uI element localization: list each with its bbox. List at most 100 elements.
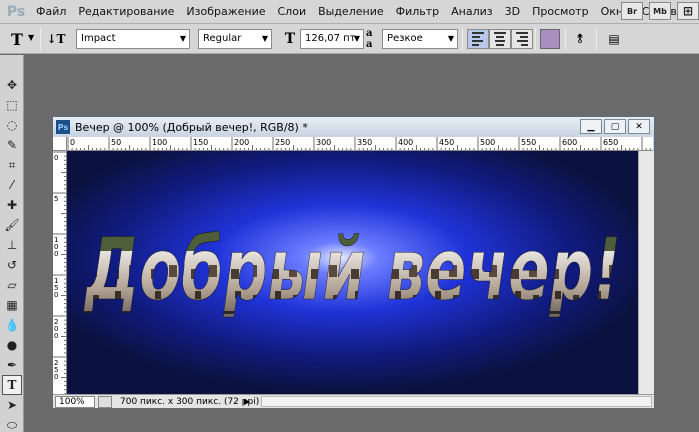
window-controls: ▁ ▢ ✕ bbox=[580, 119, 650, 134]
view-extras-button[interactable]: ⊞ bbox=[677, 2, 699, 20]
pen-tool-icon[interactable]: ✒ bbox=[2, 355, 22, 375]
ruler-label: 0 bbox=[54, 154, 58, 162]
type-tool-icon[interactable]: T bbox=[2, 375, 22, 395]
eraser-tool-icon[interactable]: ▱ bbox=[2, 275, 22, 295]
chevron-down-icon: ▼ bbox=[261, 34, 268, 43]
bridge-button[interactable]: Br bbox=[621, 2, 643, 20]
font-family-select[interactable]: Impact ▼ bbox=[76, 29, 190, 49]
font-size-value: 126,07 пт bbox=[305, 33, 356, 44]
menu-item-2[interactable]: Изображение bbox=[180, 1, 271, 23]
ruler-label: 150 bbox=[193, 138, 208, 147]
text-orientation-icon[interactable]: ↓T bbox=[46, 29, 66, 49]
antialias-icon: a a bbox=[366, 28, 373, 50]
ruler-label: 5 bbox=[54, 195, 58, 203]
align-left-button[interactable] bbox=[467, 29, 489, 49]
mini-bridge-button[interactable]: Mb bbox=[649, 2, 671, 20]
ruler-label: 200 bbox=[234, 138, 249, 147]
document-titlebar[interactable]: Ps Вечер @ 100% (Добрый вечер!, RGB/8) *… bbox=[53, 117, 654, 137]
ruler-label: 0 bbox=[54, 291, 58, 299]
ruler-label: 650 bbox=[603, 138, 618, 147]
canvas-image: Добрый вечер! bbox=[67, 151, 653, 394]
menu-item-8[interactable]: Просмотр bbox=[526, 1, 594, 23]
ruler-label: 0 bbox=[70, 138, 75, 147]
chevron-down-icon: ▼ bbox=[353, 34, 360, 43]
text-color-swatch[interactable] bbox=[540, 29, 560, 49]
font-size-select[interactable]: 126,07 пт ▼ bbox=[300, 29, 364, 49]
font-style-value: Regular bbox=[203, 33, 242, 44]
marquee-tool-icon[interactable]: ⬚ bbox=[2, 95, 22, 115]
ruler-label: 50 bbox=[111, 138, 121, 147]
zoom-field[interactable]: 100% bbox=[55, 395, 95, 408]
status-bar: 100% 700 пикс. x 300 пикс. (72 ppi) ▶ bbox=[53, 394, 654, 408]
menu-item-0[interactable]: Файл bbox=[30, 1, 72, 23]
font-family-value: Impact bbox=[81, 33, 116, 44]
move-tool-icon[interactable]: ✥ bbox=[2, 75, 22, 95]
ruler-label: 500 bbox=[480, 138, 495, 147]
ruler-label: 450 bbox=[439, 138, 454, 147]
ruler-label: 0 bbox=[54, 373, 58, 381]
ruler-label: 300 bbox=[316, 138, 331, 147]
ruler-label: 550 bbox=[521, 138, 536, 147]
crop-tool-icon[interactable]: ⌗ bbox=[2, 155, 22, 175]
menu-item-1[interactable]: Редактирование bbox=[72, 1, 180, 23]
ruler-origin[interactable] bbox=[53, 137, 67, 151]
menu-item-7[interactable]: 3D bbox=[499, 1, 526, 23]
vertical-ruler[interactable]: 05100150200250 bbox=[53, 151, 67, 394]
brush-tool-icon[interactable]: 🖌 bbox=[2, 215, 22, 235]
horizontal-ruler[interactable]: 0 50 100 150 200 250 300 350 400 450 500 550 600 650 bbox=[67, 137, 653, 151]
shape-tool-icon[interactable]: ⬭ bbox=[2, 415, 22, 432]
status-arrow-icon[interactable]: ▶ bbox=[244, 397, 250, 406]
status-menu-icon[interactable] bbox=[98, 395, 112, 408]
photoshop-document-icon: Ps bbox=[56, 120, 70, 134]
healing-brush-tool-icon[interactable]: ✚ bbox=[2, 195, 22, 215]
dodge-tool-icon[interactable]: ● bbox=[2, 335, 22, 355]
clone-stamp-tool-icon[interactable]: ⊥ bbox=[2, 235, 22, 255]
chevron-down-icon: ▼ bbox=[447, 34, 454, 43]
align-center-button[interactable] bbox=[489, 29, 511, 49]
ruler-label: 600 bbox=[562, 138, 577, 147]
horizontal-scrollbar[interactable] bbox=[261, 396, 652, 407]
font-size-icon: T bbox=[284, 31, 296, 47]
ruler-label: 100 bbox=[152, 138, 167, 147]
close-button[interactable]: ✕ bbox=[628, 119, 650, 134]
type-tool-icon[interactable]: T bbox=[8, 29, 26, 49]
vertical-scrollbar[interactable] bbox=[638, 151, 654, 394]
antialias-select[interactable]: Резкое ▼ bbox=[382, 29, 458, 49]
eyedropper-tool-icon[interactable]: ⁄ bbox=[2, 175, 22, 195]
photoshop-logo: Ps bbox=[6, 3, 26, 20]
menu-item-5[interactable]: Фильтр bbox=[390, 1, 446, 23]
quick-selection-tool-icon[interactable]: ✎ bbox=[2, 135, 22, 155]
canvas-area[interactable]: Добрый вечер! bbox=[67, 151, 653, 394]
document-window: Ps Вечер @ 100% (Добрый вечер!, RGB/8) *… bbox=[52, 116, 655, 408]
antialias-value: Резкое bbox=[387, 33, 423, 44]
menu-items: Файл Редактирование Изображение Слои Выделен… bbox=[30, 1, 696, 23]
horizontal-ruler-ticks: 0 50 100 150 200 250 300 350 400 450 500 550 600 650 bbox=[67, 137, 651, 150]
lasso-tool-icon[interactable]: ◌ bbox=[2, 115, 22, 135]
ruler-label: 0 bbox=[54, 250, 58, 258]
chevron-down-icon: ▼ bbox=[179, 34, 186, 43]
character-panel-icon[interactable]: ▤ bbox=[604, 29, 624, 49]
menu-item-4[interactable]: Выделение bbox=[312, 1, 390, 23]
ruler-label: 400 bbox=[398, 138, 413, 147]
minimize-button[interactable]: ▁ bbox=[580, 119, 602, 134]
menu-right-buttons: Br Mb ⊞ bbox=[621, 2, 699, 20]
maximize-button[interactable]: ▢ bbox=[604, 119, 626, 134]
ruler-label: 250 bbox=[275, 138, 290, 147]
blur-tool-icon[interactable]: 💧 bbox=[2, 315, 22, 335]
document-title: Вечер @ 100% (Добрый вечер!, RGB/8) * bbox=[75, 120, 308, 134]
tool-preset-arrow-icon[interactable]: ▼ bbox=[28, 33, 34, 53]
path-selection-tool-icon[interactable]: ➤ bbox=[2, 395, 22, 415]
menu-item-3[interactable]: Слои bbox=[272, 1, 313, 23]
options-bar: T ▼ ↓T Impact ▼ Regular ▼ T 126,07 пт ▼ … bbox=[0, 24, 699, 54]
font-style-select[interactable]: Regular ▼ bbox=[198, 29, 272, 49]
ruler-label: 0 bbox=[54, 332, 58, 340]
gradient-tool-icon[interactable]: ▦ bbox=[2, 295, 22, 315]
warp-text-icon[interactable]: ⥉ bbox=[570, 29, 590, 49]
canvas-text-layer[interactable]: Добрый вечер! bbox=[83, 220, 622, 321]
menu-bar: Ps Файл Редактирование Изображение Слои Выде… bbox=[0, 0, 699, 24]
document-info: 700 пикс. x 300 пикс. (72 ppi) bbox=[120, 396, 260, 407]
tools-panel: ✥ ⬚ ◌ ✎ ⌗ ⁄ ✚ 🖌 ⊥ ↺ ▱ ▦ 💧 ● ✒ T ➤ ⬭ bbox=[0, 55, 24, 432]
align-right-button[interactable] bbox=[511, 29, 533, 49]
history-brush-tool-icon[interactable]: ↺ bbox=[2, 255, 22, 275]
menu-item-6[interactable]: Анализ bbox=[445, 1, 499, 23]
